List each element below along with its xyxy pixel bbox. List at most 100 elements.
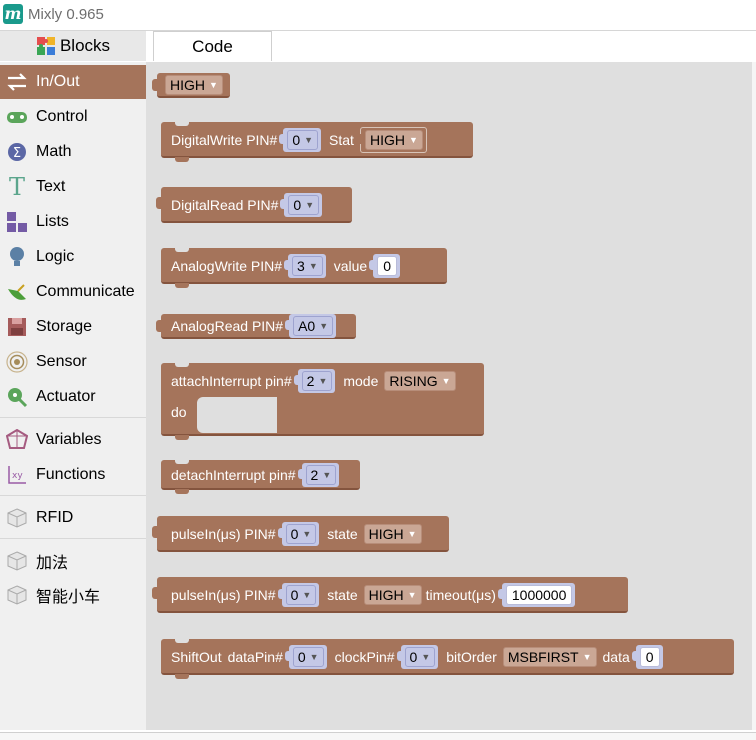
dropdown-value: 0 — [409, 649, 418, 665]
category-label: In/Out — [36, 73, 80, 90]
block-shift-out[interactable]: ShiftOut dataPin# 0 ▼ clockPin# 0 ▼ bitOrd… — [161, 638, 734, 679]
category-sensor[interactable]: Sensor — [0, 345, 146, 379]
dropdown-value: MSBFIRST — [507, 649, 579, 665]
sensor-icon — [6, 351, 28, 373]
dropdown-arrow-icon: ▼ — [309, 652, 319, 662]
data-slot: 0 — [631, 645, 663, 669]
pin-slot: 0 ▼ — [277, 522, 320, 546]
category-text[interactable]: T Text — [0, 170, 146, 204]
category-inout[interactable]: In/Out — [0, 65, 146, 99]
dropdown-value: 0 — [293, 197, 302, 213]
pin-slot: 0 ▼ — [280, 193, 323, 217]
dropdown-value: HIGH — [368, 526, 404, 542]
dropdown-value: 3 — [297, 258, 305, 274]
category-variables[interactable]: Variables — [0, 423, 146, 457]
timeout-slot: 1000000 — [497, 583, 576, 607]
category-label: Communicate — [36, 283, 135, 300]
clock-pin-slot: 0 ▼ — [396, 645, 439, 669]
state-dropdown[interactable]: HIGH ▼ — [363, 524, 422, 544]
gamepad-icon — [6, 106, 28, 128]
pin-dropdown[interactable]: 3 ▼ — [292, 256, 323, 276]
dropdown-arrow-icon: ▼ — [318, 376, 328, 386]
category-communicate[interactable]: Communicate — [0, 275, 146, 309]
tab-blocks[interactable]: Blocks — [0, 31, 146, 61]
pin-slot: 2 ▼ — [293, 369, 336, 393]
category-label: Actuator — [36, 388, 96, 405]
mode-dropdown[interactable]: RISING ▼ — [384, 371, 456, 391]
block-attach-interrupt[interactable]: attachInterrupt pin# 2 ▼ mode RISING ▼ do — [161, 362, 484, 440]
dropdown-value: 0 — [292, 132, 301, 148]
pin-dropdown[interactable]: 0 ▼ — [287, 130, 319, 150]
block-high-value[interactable]: HIGH ▼ — [152, 73, 230, 98]
high-dropdown[interactable]: HIGH ▼ — [165, 75, 223, 95]
pin-dropdown[interactable]: 0 ▼ — [285, 585, 317, 605]
bit-order-dropdown[interactable]: MSBFIRST ▼ — [502, 647, 597, 667]
stat-dropdown[interactable]: HIGH ▼ — [364, 130, 423, 150]
mixly-logo-icon: m — [3, 4, 23, 24]
category-label: RFID — [36, 509, 74, 526]
category-math[interactable]: Σ Math — [0, 135, 146, 169]
block-label: DigitalRead PIN# — [171, 197, 279, 213]
block-pulse-in[interactable]: pulseIn(μs) PIN# 0 ▼ state HIGH ▼ — [152, 516, 449, 552]
block-analog-write[interactable]: AnalogWrite PIN# 3 ▼ value 0 — [161, 247, 447, 288]
pin-dropdown[interactable]: 2 ▼ — [301, 371, 333, 391]
category-control[interactable]: Control — [0, 100, 146, 134]
category-label: Math — [36, 143, 72, 160]
block-label: timeout(μs) — [425, 587, 496, 603]
dropdown-arrow-icon: ▼ — [408, 135, 418, 145]
state-dropdown[interactable]: HIGH ▼ — [363, 585, 422, 605]
block-analog-read[interactable]: AnalogRead PIN# A0 ▼ — [156, 314, 356, 339]
pin-dropdown[interactable]: A0 ▼ — [293, 316, 334, 336]
workspace-scrollbar[interactable] — [752, 62, 756, 730]
dropdown-value: HIGH — [368, 587, 404, 603]
category-rfid[interactable]: RFID — [0, 501, 146, 535]
blocks-flyout: HIGH ▼ DigitalWrite PIN# 0 ▼ Stat HIGH ▼ Di… — [146, 62, 752, 730]
pin-dropdown[interactable]: 0 ▼ — [288, 195, 320, 215]
value-slot: 0 — [369, 254, 400, 278]
block-label: mode — [343, 373, 379, 389]
block-label: bitOrder — [446, 649, 497, 665]
category-label: Variables — [36, 431, 102, 448]
block-label: state — [327, 587, 358, 603]
block-digital-write[interactable]: DigitalWrite PIN# 0 ▼ Stat HIGH ▼ — [161, 121, 473, 162]
category-sidebar: In/Out Control Σ Math T Text Lists Logic… — [0, 62, 146, 730]
stat-slot: HIGH ▼ — [356, 127, 427, 153]
category-functions[interactable]: xy Functions — [0, 458, 146, 492]
pin-dropdown[interactable]: 0 ▼ — [285, 524, 317, 544]
category-label: Sensor — [36, 353, 87, 370]
category-actuator[interactable]: Actuator — [0, 380, 146, 414]
pin-slot: 3 ▼ — [284, 254, 326, 278]
category-storage[interactable]: Storage — [0, 310, 146, 344]
value-input[interactable]: 0 — [377, 256, 397, 276]
dropdown-arrow-icon: ▼ — [305, 200, 315, 210]
pin-dropdown[interactable]: 2 ▼ — [305, 465, 337, 485]
clock-pin-dropdown[interactable]: 0 ▼ — [404, 647, 436, 667]
block-digital-read[interactable]: DigitalRead PIN# 0 ▼ — [156, 187, 352, 223]
category-addition[interactable]: 加法 — [0, 544, 146, 578]
block-pulse-in-timeout[interactable]: pulseIn(μs) PIN# 0 ▼ state HIGH ▼ timeout(… — [152, 577, 628, 613]
actuator-icon — [6, 386, 28, 408]
dropdown-value: 0 — [290, 526, 299, 542]
category-logic[interactable]: Logic — [0, 240, 146, 274]
tab-code[interactable]: Code — [153, 31, 272, 61]
category-separator — [0, 538, 146, 539]
category-label: 加法 — [36, 555, 69, 572]
data-input[interactable]: 0 — [639, 647, 660, 667]
block-label: state — [327, 526, 358, 542]
dropdown-arrow-icon: ▼ — [308, 261, 318, 271]
functions-icon: xy — [6, 464, 28, 486]
dropdown-arrow-icon: ▼ — [421, 652, 431, 662]
category-lists[interactable]: Lists — [0, 205, 146, 239]
data-pin-dropdown[interactable]: 0 ▼ — [292, 647, 324, 667]
window-title: Mixly 0.965 — [28, 6, 104, 23]
dropdown-value: 0 — [297, 649, 306, 665]
timeout-input[interactable]: 1000000 — [505, 585, 573, 605]
block-label: clockPin# — [334, 649, 395, 665]
block-detach-interrupt[interactable]: detachInterrupt pin# 2 ▼ — [161, 459, 360, 494]
cube-icon — [6, 584, 28, 606]
block-label: do — [171, 404, 187, 420]
puzzle-icon — [36, 36, 56, 56]
category-smart-car[interactable]: 智能小车 — [0, 578, 146, 612]
category-label: Control — [36, 108, 88, 125]
dropdown-value: 0 — [290, 587, 299, 603]
